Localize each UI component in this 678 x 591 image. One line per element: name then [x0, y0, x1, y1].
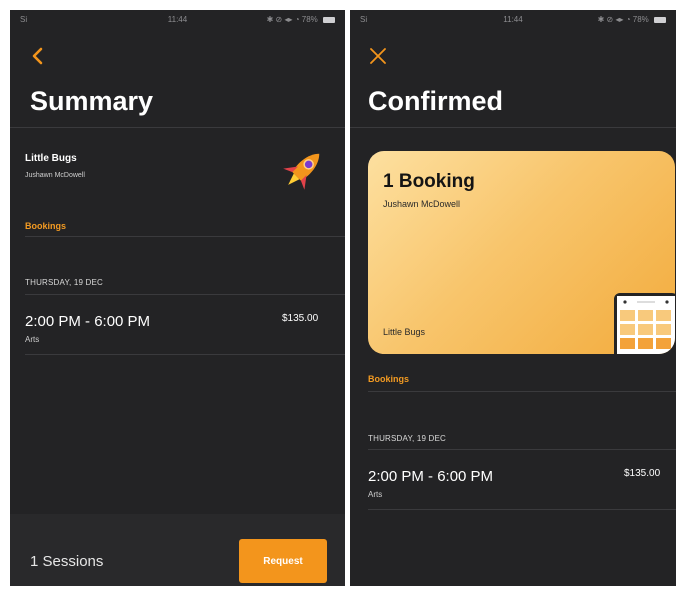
bookings-section-label: Bookings — [368, 374, 410, 384]
header-divider — [350, 127, 676, 128]
status-indicators: ✱ ⊘ ◂▸ ◔ 78% — [598, 15, 666, 24]
card-title: 1 Booking — [383, 171, 475, 192]
request-button[interactable]: Request — [239, 539, 327, 583]
card-person: Jushawn McDowell — [383, 199, 461, 209]
booking-price: $135.00 — [282, 313, 319, 324]
org-person: Jushawn McDowell — [25, 172, 85, 179]
status-text: ✱ ⊘ ◂▸ ◔ 78% — [597, 15, 649, 24]
sessions-count: 1 Sessions — [30, 553, 104, 570]
status-bar: Si 11:44 ✱ ⊘ ◂▸ ◔ 78% — [350, 10, 676, 30]
close-icon — [370, 48, 386, 64]
booking-day: THURSDAY, 19 DEC — [368, 434, 447, 443]
rocket-icon — [283, 153, 320, 190]
summary-screen: Si 11:44 ✱ ⊘ ◂▸ ◔ 78% Summary Little Bug… — [10, 10, 345, 586]
back-button[interactable] — [26, 44, 50, 68]
booking-activity: Arts — [368, 490, 383, 499]
booking-activity: Arts — [25, 335, 40, 344]
page-title: Summary — [30, 86, 154, 116]
day-divider — [368, 449, 676, 450]
status-bar: Si 11:44 ✱ ⊘ ◂▸ ◔ 78% — [10, 10, 345, 30]
close-button[interactable] — [366, 44, 390, 68]
section-divider — [368, 391, 676, 392]
booking-day: THURSDAY, 19 DEC — [25, 278, 104, 287]
booking-card: 1 Booking Jushawn McDowell Little Bugs — [368, 151, 675, 354]
confirmed-screen: Si 11:44 ✱ ⊘ ◂▸ ◔ 78% Confirmed 1 Bookin… — [350, 10, 676, 586]
booking-time: 2:00 PM - 6:00 PM — [368, 468, 494, 485]
status-text: ✱ ⊘ ◂▸ ◔ 78% — [266, 15, 318, 24]
chevron-left-icon — [32, 47, 43, 65]
row-divider — [368, 509, 676, 510]
battery-icon — [323, 17, 335, 23]
section-divider — [25, 236, 345, 237]
booking-time: 2:00 PM - 6:00 PM — [25, 313, 151, 330]
bookings-section-label: Bookings — [25, 221, 67, 231]
card-org: Little Bugs — [383, 327, 426, 337]
org-name: Little Bugs — [25, 153, 77, 164]
status-indicators: ✱ ⊘ ◂▸ ◔ 78% — [267, 15, 335, 24]
battery-icon — [654, 17, 666, 23]
day-divider — [25, 294, 345, 295]
header-divider — [10, 127, 345, 128]
calendar-icon — [614, 293, 675, 354]
row-divider — [25, 354, 345, 355]
page-title: Confirmed — [368, 86, 503, 116]
booking-price: $135.00 — [624, 468, 661, 479]
